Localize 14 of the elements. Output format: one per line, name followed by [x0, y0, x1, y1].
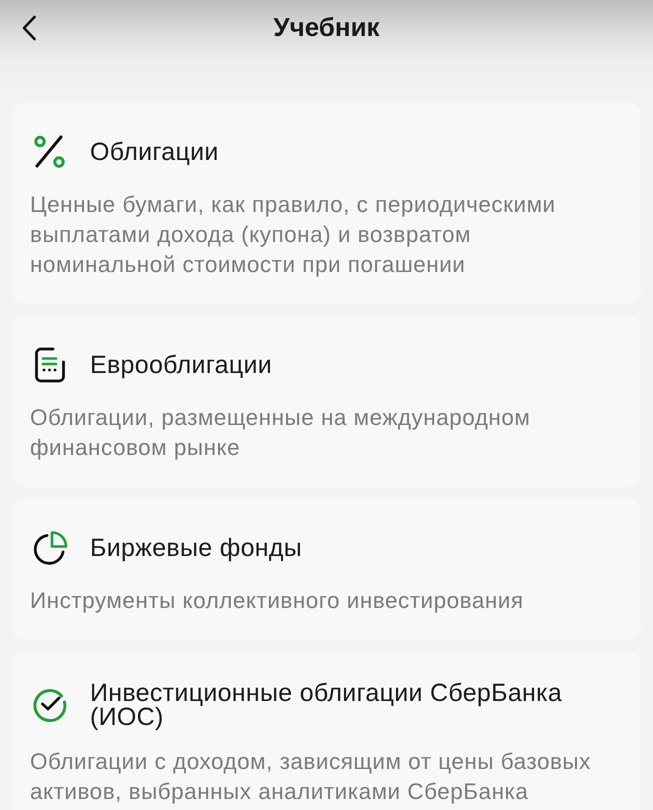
topic-card[interactable]: Биржевые фонды Инструменты коллективного инвестирования — [12, 498, 641, 640]
topic-title: Облигации — [90, 140, 219, 164]
page-title: Учебник — [273, 11, 380, 41]
topic-title: Инвестиционные облигации СберБанка (ИОС) — [90, 681, 564, 729]
topic-title: Еврооблигации — [90, 353, 272, 377]
topic-title: Биржевые фонды — [90, 536, 302, 560]
topic-description: Инструменты коллективного инвестирования — [30, 587, 525, 615]
back-chevron-icon — [21, 15, 37, 41]
topic-card[interactable]: Еврооблигации Облигации, размещенные на международном финансовом рынке — [12, 315, 641, 487]
topic-description: Ценные бумаги, как правило, с периодическими выплатами дохода (купона) и возвратом номинальной стоимости при погашении — [30, 191, 557, 279]
topic-card[interactable]: Инвестиционные облигации СберБанка (ИОС) Облигации с доходом, зависящим от цены базовых активов, выбранных аналитиками СберБанка — [12, 651, 641, 810]
topic-description: Облигации, размещенные на международном финансовом рынке — [30, 404, 532, 462]
topic-card[interactable]: Облигации Ценные бумаги, как правило, с периодическими выплатами дохода (купона) и возвратом номинальной стоимости при погашении — [12, 102, 641, 304]
topic-description: Облигации с доходом, зависящим от цены базовых активов, выбранных аналитиками СберБанка — [30, 748, 592, 806]
